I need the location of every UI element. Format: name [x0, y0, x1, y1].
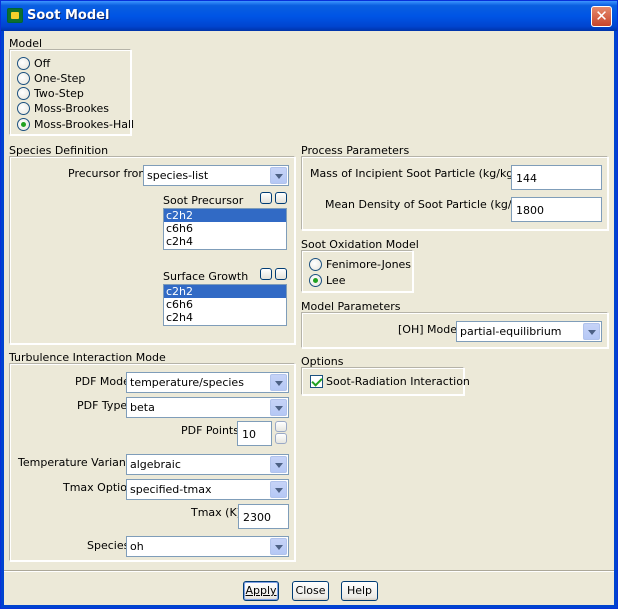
window-title: Soot Model	[27, 8, 110, 23]
species-label: Species	[87, 539, 130, 552]
radio-two-step-dot[interactable]	[17, 87, 30, 100]
tmax-input[interactable]: 2300	[238, 504, 289, 529]
mass-value: 144	[516, 172, 537, 185]
density-label: Mean Density of Soot Particle (kg/m3)	[325, 198, 534, 211]
pdf-points-input[interactable]: 10	[237, 421, 272, 446]
mass-input[interactable]: 144	[511, 165, 602, 190]
deselect-all-growth-button[interactable]	[275, 268, 287, 280]
species-select[interactable]: oh	[126, 536, 289, 557]
pdf-type-select[interactable]: beta	[126, 397, 289, 418]
pdf-points-down-button[interactable]	[275, 433, 287, 444]
list-item[interactable]: c6h6	[164, 222, 286, 235]
temperature-variance-value: algebraic	[130, 458, 181, 471]
radio-moss-brookes-label: Moss-Brookes	[34, 102, 110, 115]
tmax-option-label: Tmax Option	[63, 481, 134, 494]
chevron-down-icon[interactable]	[270, 399, 287, 416]
chevron-down-icon[interactable]	[270, 374, 287, 391]
radio-off-dot[interactable]	[17, 57, 30, 70]
precursor-from-label: Precursor from	[68, 167, 150, 180]
soot-precursor-list[interactable]: c2h2 c6h6 c2h4	[163, 208, 287, 250]
radio-fenimore-jones-dot[interactable]	[309, 258, 322, 271]
app-icon	[7, 8, 23, 23]
chevron-down-icon[interactable]	[583, 323, 600, 340]
soot-precursor-label: Soot Precursor	[163, 194, 244, 207]
select-all-precursor-button[interactable]	[260, 192, 272, 204]
tmax-value: 2300	[243, 511, 271, 524]
tmax-option-select[interactable]: specified-tmax	[126, 479, 289, 500]
pdf-mode-value: temperature/species	[130, 376, 244, 389]
radio-moss-brookes-dot[interactable]	[17, 102, 30, 115]
temperature-variance-label: Temperature Variance	[18, 456, 139, 469]
radio-moss-brookes-hall-label: Moss-Brookes-Hall	[34, 118, 135, 131]
radio-lee-label: Lee	[326, 274, 346, 287]
oh-model-value: partial-equilibrium	[460, 325, 562, 338]
chevron-down-icon[interactable]	[270, 481, 287, 498]
close-icon[interactable]: ✕	[591, 6, 612, 27]
pdf-points-up-button[interactable]	[275, 421, 287, 432]
mass-label: Mass of Incipient Soot Particle (kg/kgmo…	[310, 167, 539, 180]
species-value: oh	[130, 540, 144, 553]
radio-two-step-label: Two-Step	[34, 87, 84, 100]
list-item[interactable]: c6h6	[164, 298, 286, 311]
radio-off-label: Off	[34, 57, 51, 70]
chevron-down-icon[interactable]	[270, 456, 287, 473]
pdf-type-value: beta	[130, 401, 155, 414]
soot-model-dialog: Soot Model ✕ Model Off One-Step Two-Step…	[0, 0, 618, 609]
list-item[interactable]: c2h4	[164, 235, 286, 248]
radio-lee-dot[interactable]	[309, 274, 322, 287]
help-button-label: Help	[346, 584, 373, 597]
chevron-down-icon[interactable]	[270, 167, 287, 184]
close-button-label: Close	[295, 584, 326, 597]
radio-one-step-label: One-Step	[34, 72, 86, 85]
surface-growth-list[interactable]: c2h2 c6h6 c2h4	[163, 284, 287, 326]
radio-one-step-dot[interactable]	[17, 72, 30, 85]
chevron-down-icon[interactable]	[270, 538, 287, 555]
pdf-mode-label: PDF Mode	[75, 375, 130, 388]
apply-button[interactable]: Apply	[243, 581, 279, 601]
oh-model-label: [OH] Model	[398, 323, 461, 336]
tmax-option-value: specified-tmax	[130, 483, 212, 496]
soot-radiation-label: Soot-Radiation Interaction	[326, 375, 470, 388]
list-item[interactable]: c2h4	[164, 311, 286, 324]
help-button[interactable]: Help	[341, 581, 378, 601]
list-item[interactable]: c2h2	[164, 285, 286, 298]
pdf-points-value: 10	[242, 428, 256, 441]
pdf-mode-select[interactable]: temperature/species	[126, 372, 289, 393]
apply-button-label: Apply	[245, 584, 277, 597]
temperature-variance-select[interactable]: algebraic	[126, 454, 289, 475]
list-item[interactable]: c2h2	[164, 209, 286, 222]
deselect-all-precursor-button[interactable]	[275, 192, 287, 204]
radio-fenimore-jones-label: Fenimore-Jones	[326, 258, 412, 271]
radio-moss-brookes-hall-dot[interactable]	[17, 118, 30, 131]
pdf-type-label: PDF Type	[77, 399, 128, 412]
precursor-from-value: species-list	[147, 169, 209, 182]
oh-model-select[interactable]: partial-equilibrium	[456, 321, 602, 342]
density-input[interactable]: 1800	[511, 197, 602, 222]
title-bar[interactable]: Soot Model ✕	[1, 1, 617, 31]
precursor-from-select[interactable]: species-list	[143, 165, 289, 186]
select-all-growth-button[interactable]	[260, 268, 272, 280]
surface-growth-label: Surface Growth	[163, 270, 249, 283]
pdf-points-label: PDF Points	[181, 424, 239, 437]
tmax-label: Tmax (K)	[191, 506, 241, 519]
density-value: 1800	[516, 204, 544, 217]
soot-radiation-checkbox[interactable]	[310, 375, 323, 388]
bottom-separator	[4, 570, 614, 572]
close-button[interactable]: Close	[292, 581, 329, 601]
